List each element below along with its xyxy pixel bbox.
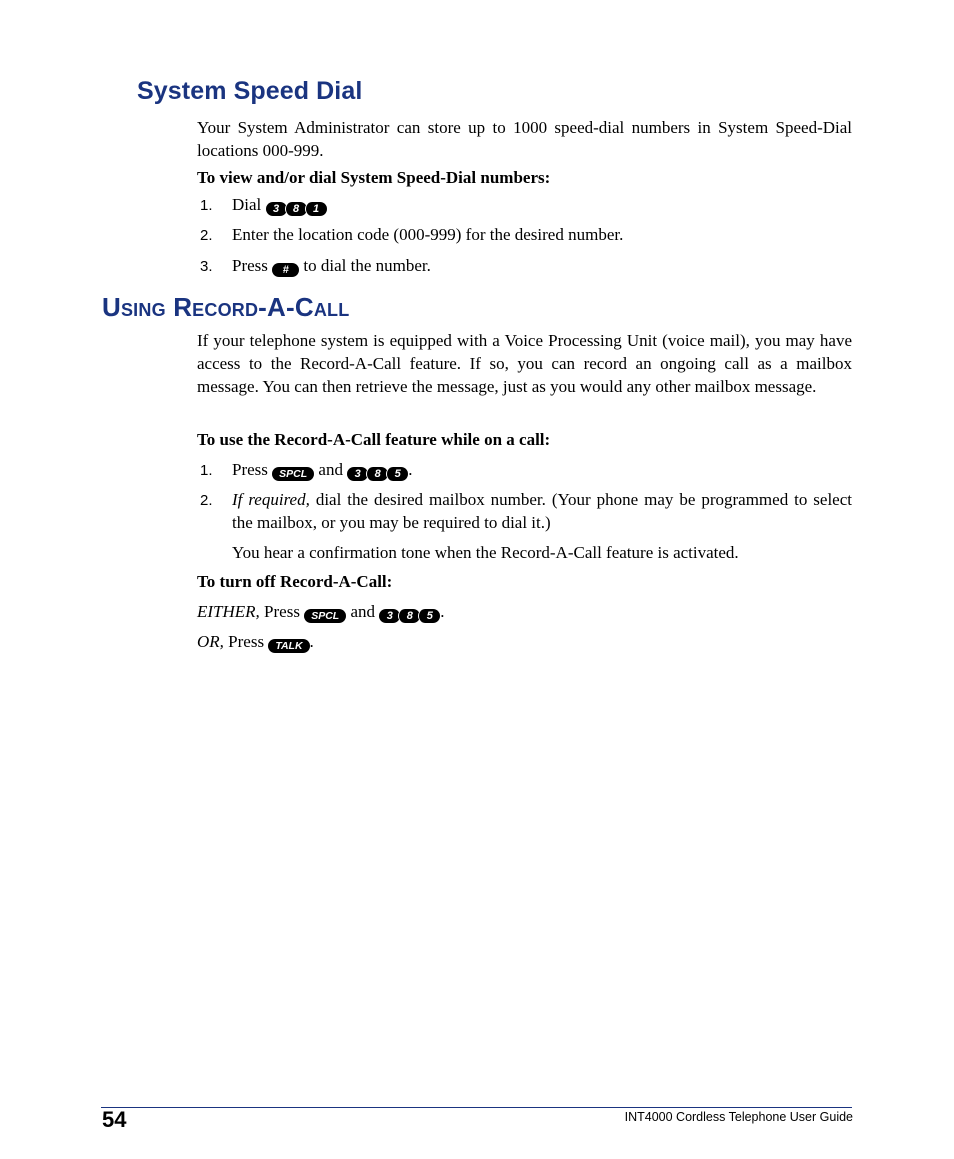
step-text: . <box>408 460 413 479</box>
turn-off-either: EITHER, Press SPCL and 385 . <box>197 600 852 623</box>
speed-dial-step-1: 1. Dial 381 <box>200 193 852 217</box>
step-text-italic: If required, <box>232 490 310 509</box>
key-3-icon: 3 <box>379 609 401 623</box>
step-text: dial the desired mailbox number. (Your p… <box>232 490 852 532</box>
step-number: 1. <box>200 197 213 214</box>
key-8-icon: 8 <box>366 467 389 481</box>
step-text: Press <box>232 460 268 479</box>
key-pound-icon: # <box>272 263 300 277</box>
key-spcl-icon: SPCL <box>272 467 315 481</box>
page-number: 54 <box>102 1107 127 1132</box>
key-spcl-icon: SPCL <box>304 609 347 623</box>
turn-off-subheading: To turn off Record-A-Call: <box>197 572 393 591</box>
key-3-icon: 3 <box>265 202 287 216</box>
step-text: and <box>318 460 343 479</box>
step-number: 1. <box>200 462 213 479</box>
key-sequence: 385 <box>347 467 409 481</box>
step-text: to dial the number. <box>303 256 431 275</box>
either-text: and <box>350 602 376 621</box>
speed-dial-step-3: 3. Press # to dial the number. <box>200 254 852 278</box>
key-8-icon: 8 <box>398 609 421 623</box>
either-text: Press <box>264 602 300 621</box>
key-talk-icon: TALK <box>268 639 310 653</box>
record-a-call-intro: If your telephone system is equipped wit… <box>197 331 852 396</box>
step-number: 2. <box>200 492 213 509</box>
step-number: 3. <box>200 258 213 275</box>
or-text: . <box>309 632 314 651</box>
manual-page: System Speed Dial Your System Administra… <box>0 0 954 1159</box>
footer-divider <box>101 1107 852 1108</box>
step-text: Enter the location code (000-999) for th… <box>232 225 624 244</box>
key-sequence: # <box>272 263 300 277</box>
key-8-icon: 8 <box>284 202 307 216</box>
record-a-call-note: You hear a confirmation tone when the Re… <box>232 543 739 562</box>
either-text: . <box>440 602 445 621</box>
or-text: Press <box>228 632 265 651</box>
section-heading-system-speed-dial: System Speed Dial <box>137 77 363 105</box>
record-a-call-step-2: 2. If required, dial the desired mailbox… <box>200 488 852 532</box>
key-sequence: 385 <box>379 609 441 623</box>
step-number: 2. <box>200 227 213 244</box>
system-speed-dial-subheading: To view and/or dial System Speed-Dial nu… <box>197 168 551 187</box>
key-3-icon: 3 <box>347 467 369 481</box>
speed-dial-step-2: 2. Enter the location code (000-999) for… <box>200 223 852 247</box>
turn-off-or: OR, Press TALK . <box>197 630 852 653</box>
key-sequence: 381 <box>265 202 327 216</box>
record-a-call-subheading: To use the Record-A-Call feature while o… <box>197 430 551 449</box>
key-5-icon: 5 <box>418 609 441 623</box>
key-1-icon: 1 <box>304 202 327 216</box>
step-text: Dial <box>232 195 262 214</box>
key-5-icon: 5 <box>386 467 409 481</box>
footer-document-title: INT4000 Cordless Telephone User Guide <box>624 1110 853 1124</box>
section-heading-using-record-a-call: Using Record-A-Call <box>102 292 350 322</box>
record-a-call-step-1: 1. Press SPCL and 385 . <box>200 458 852 482</box>
step-text: Press <box>232 256 268 275</box>
either-label: EITHER, <box>197 602 260 621</box>
key-sequence: SPCL <box>272 467 315 481</box>
key-sequence: TALK <box>268 639 310 653</box>
key-sequence: SPCL <box>304 609 347 623</box>
system-speed-dial-intro: Your System Administrator can store up t… <box>197 118 852 160</box>
or-label: OR, <box>197 632 224 651</box>
